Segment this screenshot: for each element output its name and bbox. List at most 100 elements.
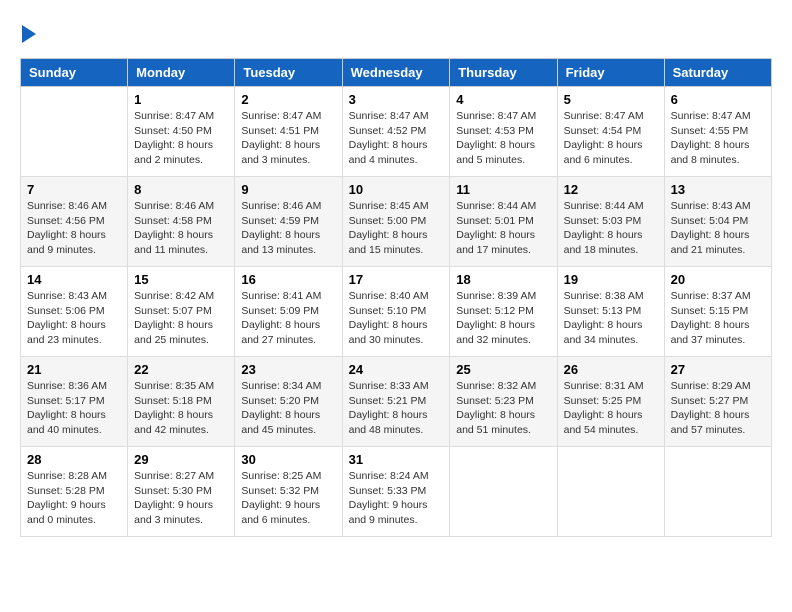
logo [20,20,37,48]
day-info: Sunrise: 8:33 AM Sunset: 5:21 PM Dayligh… [349,379,444,438]
day-number: 13 [671,182,765,197]
day-info: Sunrise: 8:42 AM Sunset: 5:07 PM Dayligh… [134,289,228,348]
day-number: 26 [564,362,658,377]
calendar-table: SundayMondayTuesdayWednesdayThursdayFrid… [20,58,772,537]
day-number: 24 [349,362,444,377]
weekday-header-wednesday: Wednesday [342,59,450,87]
day-number: 18 [456,272,550,287]
calendar-cell: 10Sunrise: 8:45 AM Sunset: 5:00 PM Dayli… [342,177,450,267]
day-number: 3 [349,92,444,107]
calendar-cell: 1 Sunrise: 8:47 AM Sunset: 4:50 PM Daylig… [128,87,235,177]
day-info: Sunrise: 8:39 AM Sunset: 5:12 PM Dayligh… [456,289,550,348]
day-number: 1 [134,92,228,107]
calendar-week-row: 7 Sunrise: 8:46 AM Sunset: 4:56 PM Daylig… [21,177,772,267]
day-info: Sunrise: 8:31 AM Sunset: 5:25 PM Dayligh… [564,379,658,438]
calendar-cell: 23 Sunrise: 8:34 AM Sunset: 5:20 PM Dayli… [235,357,342,447]
calendar-cell: 5 Sunrise: 8:47 AM Sunset: 4:54 PM Daylig… [557,87,664,177]
day-number: 15 [134,272,228,287]
calendar-cell: 2Sunrise: 8:47 AM Sunset: 4:51 PM Daylig… [235,87,342,177]
calendar-cell [450,447,557,537]
calendar-cell: 4Sunrise: 8:47 AM Sunset: 4:53 PM Daylig… [450,87,557,177]
day-info: Sunrise: 8:25 AM Sunset: 5:32 PM Dayligh… [241,469,335,528]
day-info: Sunrise: 8:41 AM Sunset: 5:09 PM Dayligh… [241,289,335,348]
day-number: 2 [241,92,335,107]
calendar-cell: 17 Sunrise: 8:40 AM Sunset: 5:10 PM Dayli… [342,267,450,357]
day-number: 20 [671,272,765,287]
calendar-cell: 27 Sunrise: 8:29 AM Sunset: 5:27 PM Dayli… [664,357,771,447]
day-info: Sunrise: 8:29 AM Sunset: 5:27 PM Dayligh… [671,379,765,438]
calendar-week-row: 14 Sunrise: 8:43 AM Sunset: 5:06 PM Dayli… [21,267,772,357]
calendar-week-row: 21Sunrise: 8:36 AM Sunset: 5:17 PM Dayli… [21,357,772,447]
day-number: 31 [349,452,444,467]
day-number: 23 [241,362,335,377]
day-number: 29 [134,452,228,467]
calendar-cell: 25Sunrise: 8:32 AM Sunset: 5:23 PM Dayli… [450,357,557,447]
calendar-week-row: 28 Sunrise: 8:28 AM Sunset: 5:28 PM Dayli… [21,447,772,537]
calendar-cell: 18 Sunrise: 8:39 AM Sunset: 5:12 PM Dayli… [450,267,557,357]
day-info: Sunrise: 8:40 AM Sunset: 5:10 PM Dayligh… [349,289,444,348]
calendar-cell: 7 Sunrise: 8:46 AM Sunset: 4:56 PM Daylig… [21,177,128,267]
day-info: Sunrise: 8:37 AM Sunset: 5:15 PM Dayligh… [671,289,765,348]
day-info: Sunrise: 8:44 AM Sunset: 5:03 PM Dayligh… [564,199,658,258]
day-number: 14 [27,272,121,287]
day-info: Sunrise: 8:47 AM Sunset: 4:50 PM Dayligh… [134,109,228,168]
calendar-cell: 26 Sunrise: 8:31 AM Sunset: 5:25 PM Dayli… [557,357,664,447]
day-info: Sunrise: 8:38 AM Sunset: 5:13 PM Dayligh… [564,289,658,348]
calendar-cell: 6 Sunrise: 8:47 AM Sunset: 4:55 PM Daylig… [664,87,771,177]
day-info: Sunrise: 8:43 AM Sunset: 5:06 PM Dayligh… [27,289,121,348]
calendar-cell: 14 Sunrise: 8:43 AM Sunset: 5:06 PM Dayli… [21,267,128,357]
day-number: 8 [134,182,228,197]
day-number: 5 [564,92,658,107]
weekday-header-tuesday: Tuesday [235,59,342,87]
calendar-cell: 3Sunrise: 8:47 AM Sunset: 4:52 PM Daylig… [342,87,450,177]
day-number: 11 [456,182,550,197]
day-number: 21 [27,362,121,377]
logo-text [20,20,37,48]
calendar-cell: 21Sunrise: 8:36 AM Sunset: 5:17 PM Dayli… [21,357,128,447]
calendar-cell: 19 Sunrise: 8:38 AM Sunset: 5:13 PM Dayli… [557,267,664,357]
calendar-header-row: SundayMondayTuesdayWednesdayThursdayFrid… [21,59,772,87]
calendar-cell: 11 Sunrise: 8:44 AM Sunset: 5:01 PM Dayli… [450,177,557,267]
day-info: Sunrise: 8:28 AM Sunset: 5:28 PM Dayligh… [27,469,121,528]
day-info: Sunrise: 8:35 AM Sunset: 5:18 PM Dayligh… [134,379,228,438]
day-info: Sunrise: 8:32 AM Sunset: 5:23 PM Dayligh… [456,379,550,438]
day-info: Sunrise: 8:46 AM Sunset: 4:58 PM Dayligh… [134,199,228,258]
day-info: Sunrise: 8:27 AM Sunset: 5:30 PM Dayligh… [134,469,228,528]
calendar-cell: 22 Sunrise: 8:35 AM Sunset: 5:18 PM Dayli… [128,357,235,447]
day-number: 19 [564,272,658,287]
day-info: Sunrise: 8:34 AM Sunset: 5:20 PM Dayligh… [241,379,335,438]
day-info: Sunrise: 8:24 AM Sunset: 5:33 PM Dayligh… [349,469,444,528]
calendar-cell: 8 Sunrise: 8:46 AM Sunset: 4:58 PM Daylig… [128,177,235,267]
calendar-cell: 12Sunrise: 8:44 AM Sunset: 5:03 PM Dayli… [557,177,664,267]
calendar-cell: 13 Sunrise: 8:43 AM Sunset: 5:04 PM Dayli… [664,177,771,267]
day-info: Sunrise: 8:44 AM Sunset: 5:01 PM Dayligh… [456,199,550,258]
calendar-cell: 15 Sunrise: 8:42 AM Sunset: 5:07 PM Dayli… [128,267,235,357]
day-number: 4 [456,92,550,107]
calendar-cell [21,87,128,177]
day-info: Sunrise: 8:46 AM Sunset: 4:56 PM Dayligh… [27,199,121,258]
weekday-header-saturday: Saturday [664,59,771,87]
calendar-cell: 28 Sunrise: 8:28 AM Sunset: 5:28 PM Dayli… [21,447,128,537]
day-number: 7 [27,182,121,197]
calendar-cell: 31 Sunrise: 8:24 AM Sunset: 5:33 PM Dayli… [342,447,450,537]
day-number: 30 [241,452,335,467]
calendar-cell: 24 Sunrise: 8:33 AM Sunset: 5:21 PM Dayli… [342,357,450,447]
day-number: 9 [241,182,335,197]
day-number: 17 [349,272,444,287]
calendar-cell [664,447,771,537]
day-number: 28 [27,452,121,467]
calendar-cell: 16 Sunrise: 8:41 AM Sunset: 5:09 PM Dayli… [235,267,342,357]
weekday-header-friday: Friday [557,59,664,87]
day-info: Sunrise: 8:45 AM Sunset: 5:00 PM Dayligh… [349,199,444,258]
day-info: Sunrise: 8:47 AM Sunset: 4:55 PM Dayligh… [671,109,765,168]
day-info: Sunrise: 8:43 AM Sunset: 5:04 PM Dayligh… [671,199,765,258]
day-number: 6 [671,92,765,107]
day-number: 27 [671,362,765,377]
calendar-cell [557,447,664,537]
calendar-cell: 29 Sunrise: 8:27 AM Sunset: 5:30 PM Dayli… [128,447,235,537]
logo-triangle-icon [22,25,36,43]
day-info: Sunrise: 8:47 AM Sunset: 4:54 PM Dayligh… [564,109,658,168]
day-number: 22 [134,362,228,377]
page-header [20,20,772,48]
day-number: 16 [241,272,335,287]
